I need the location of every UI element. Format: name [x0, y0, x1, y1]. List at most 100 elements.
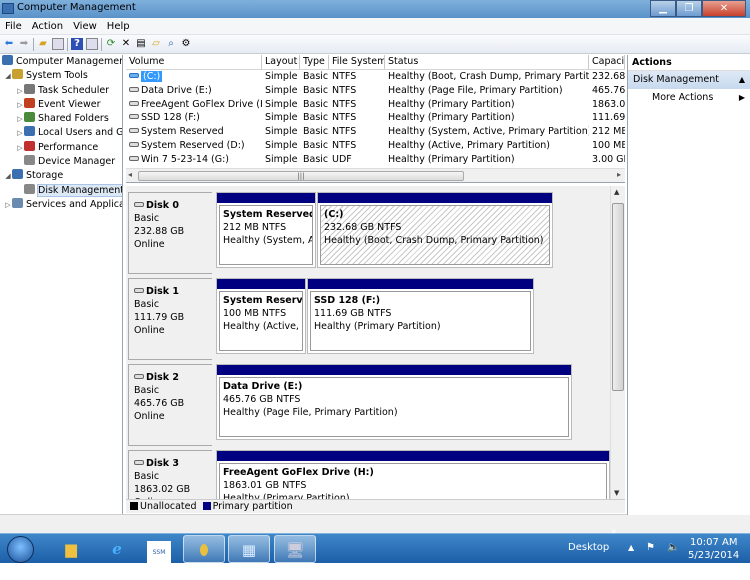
- column-header-volume[interactable]: Volume: [126, 55, 262, 69]
- tree-item-label: Task Scheduler: [38, 84, 110, 96]
- menu-action[interactable]: Action: [27, 18, 68, 35]
- cell-volume: System Reserved: [126, 125, 262, 139]
- taskbar-windows-explorer-icon[interactable]: ▆: [50, 535, 92, 563]
- column-header-capacity[interactable]: Capacity: [589, 55, 625, 69]
- cell-fs: NTFS: [332, 71, 357, 82]
- show-hide-tree-icon[interactable]: [52, 38, 64, 50]
- tree-item-local-users-and-groups[interactable]: ▷ Local Users and Groups: [0, 126, 122, 140]
- tree-item-task-scheduler[interactable]: ▷ Task Scheduler: [0, 83, 122, 98]
- action-more-actions[interactable]: More Actions ▶: [628, 89, 750, 107]
- scroll-up-icon[interactable]: ▲: [614, 188, 619, 196]
- cell-capacity: 1863.01 GB: [592, 98, 625, 110]
- partition-size: 212 MB NTFS: [223, 222, 287, 233]
- expander-icon[interactable]: ◢: [4, 169, 12, 183]
- expander-icon[interactable]: ▷: [16, 126, 24, 140]
- taskbar-control-panel-icon[interactable]: ▦: [228, 535, 270, 563]
- show-hide-action-pane-icon[interactable]: [86, 38, 98, 50]
- taskbar-drive-app-icon[interactable]: ⬮: [183, 535, 225, 563]
- clock-date[interactable]: 5/23/2014: [688, 550, 739, 580]
- maximize-button[interactable]: ❐: [676, 0, 702, 17]
- volume-icon[interactable]: 🔈: [667, 534, 679, 564]
- partition[interactable]: System Reserved 212 MB NTFS Healthy (Syste…: [216, 192, 316, 268]
- collapse-up-icon[interactable]: ▲: [739, 71, 745, 89]
- minimize-button[interactable]: ▁: [650, 0, 676, 17]
- menu-file[interactable]: File: [0, 18, 27, 35]
- expander-icon[interactable]: ◢: [4, 69, 12, 83]
- expander-icon[interactable]: ▷: [16, 112, 24, 126]
- search-icon[interactable]: ⌕: [165, 38, 177, 50]
- partition[interactable]: FreeAgent GoFlex Drive (H:) 1863.01 GB NT…: [216, 450, 610, 499]
- volume-row[interactable]: Data Drive (E:) Simple Basic NTFS Healthy (P…: [126, 84, 625, 98]
- volume-row[interactable]: (C:) Simple Basic NTFS Healthy (Boot, Crash …: [126, 70, 625, 84]
- actions-section-label: Disk Management: [633, 74, 720, 85]
- show-hidden-icons-icon[interactable]: ▲: [628, 534, 634, 564]
- volume-row[interactable]: Win 7 5-23-14 (G:) Simple Basic UDF Healthy …: [126, 153, 625, 167]
- cell-layout: Simple: [265, 139, 298, 151]
- settings-icon[interactable]: ⚙: [180, 38, 192, 50]
- menu-view[interactable]: View: [68, 18, 102, 35]
- open-icon[interactable]: ▱: [150, 38, 162, 50]
- volume-row[interactable]: System Reserved (D:) Simple Basic NTFS Healt…: [126, 139, 625, 153]
- expander-icon[interactable]: ▷: [16, 98, 24, 112]
- volume-row[interactable]: System Reserved Simple Basic NTFS Healthy (S…: [126, 125, 625, 139]
- expander-icon[interactable]: ▷: [16, 84, 24, 98]
- refresh-icon[interactable]: ⟳: [105, 38, 117, 50]
- tree-item-computer-management[interactable]: Computer Management: [0, 55, 122, 69]
- disk-info[interactable]: Disk 0 Basic 232.88 GB Online: [128, 192, 212, 274]
- help-icon[interactable]: ?: [71, 38, 83, 50]
- volume-row[interactable]: FreeAgent GoFlex Drive (H:) Simple Basic NT…: [126, 98, 625, 112]
- volume-name: Win 7 5-23-14 (G:): [141, 153, 230, 165]
- taskbar-ssm-app-icon[interactable]: SSM: [138, 535, 180, 565]
- vertical-scrollbar[interactable]: ▲ ▼: [610, 186, 625, 499]
- volume-row[interactable]: SSD 128 (F:) Simple Basic NTFS Healthy (Prim…: [126, 111, 625, 125]
- toolbar-overflow-icon[interactable]: »: [611, 527, 617, 557]
- disk-info[interactable]: Disk 3Basic1863.02 GBOnline: [128, 450, 212, 499]
- tree-item-event-viewer[interactable]: ▷ Event Viewer: [0, 97, 122, 112]
- scroll-right-icon[interactable]: ▸: [617, 170, 621, 179]
- partition[interactable]: SSD 128 (F:) 111.69 GB NTFS Healthy (Prima…: [307, 278, 534, 354]
- tree-item-services-and-applications[interactable]: ▷ Services and Applications: [0, 197, 122, 212]
- expander-icon[interactable]: ▷: [4, 198, 12, 212]
- disk-state: Online: [134, 411, 165, 422]
- up-folder-icon[interactable]: ▰: [37, 38, 49, 50]
- cell-type: Basic: [303, 153, 329, 165]
- column-header-status[interactable]: Status: [385, 55, 589, 69]
- services-icon: [12, 197, 23, 208]
- disk-info[interactable]: Disk 1 Basic 111.79 GB Online: [128, 278, 212, 360]
- partition[interactable]: System Reserved 100 MB NTFS Healthy (Activ…: [216, 278, 306, 354]
- taskbar-internet-explorer-icon[interactable]: e: [96, 535, 138, 563]
- column-header-type[interactable]: Type: [300, 55, 329, 69]
- tree-item-performance[interactable]: ▷ Performance: [0, 140, 122, 155]
- scroll-left-icon[interactable]: ◂: [128, 170, 132, 179]
- legend-label-unallocated: Unallocated: [140, 501, 197, 512]
- partition[interactable]: (C:) 232.68 GB NTFS Healthy (Boot, Crash D…: [317, 192, 553, 268]
- forward-icon[interactable]: ➡: [18, 38, 30, 50]
- tree-item-disk-management[interactable]: Disk Management: [0, 183, 122, 198]
- properties-icon[interactable]: ▤: [135, 38, 147, 50]
- scrollbar-thumb[interactable]: |||: [138, 171, 464, 181]
- action-center-flag-icon[interactable]: ⚑: [646, 534, 655, 564]
- menu-help[interactable]: Help: [102, 18, 135, 35]
- column-header-file-system[interactable]: File System: [329, 55, 385, 69]
- cell-status: Healthy (Primary Partition): [388, 98, 515, 110]
- expander-icon[interactable]: ▷: [16, 141, 24, 155]
- column-header-layout[interactable]: Layout: [262, 55, 300, 69]
- disk-info[interactable]: Disk 2 Basic 465.76 GB Online: [128, 364, 212, 446]
- tree-item-shared-folders[interactable]: ▷ Shared Folders: [0, 112, 122, 126]
- taskbar-computer-management-icon[interactable]: 🖥: [274, 535, 316, 563]
- scrollbar-thumb[interactable]: [612, 203, 624, 391]
- scroll-down-icon[interactable]: ▼: [614, 489, 619, 497]
- partition[interactable]: Data Drive (E:) 465.76 GB NTFS Healthy (Pa…: [216, 364, 572, 440]
- tree-item-label: Shared Folders: [38, 113, 109, 125]
- close-button[interactable]: ✕: [702, 0, 746, 17]
- delete-icon[interactable]: ✕: [120, 38, 132, 50]
- tree-item-system-tools[interactable]: ◢ System Tools: [0, 69, 122, 83]
- partition-status: Healthy (Boot, Crash Dump, Primary Parti…: [324, 235, 544, 246]
- tree-item-storage[interactable]: ◢ Storage: [0, 169, 122, 183]
- actions-section-disk-management[interactable]: Disk Management ▲: [628, 71, 750, 89]
- desktop-toolbar-label[interactable]: Desktop: [568, 534, 609, 564]
- tree-item-device-manager[interactable]: Device Manager: [0, 155, 122, 169]
- start-button[interactable]: [7, 536, 34, 563]
- back-icon[interactable]: ⬅: [3, 38, 15, 50]
- horizontal-scrollbar[interactable]: ◂ ||| ▸: [126, 168, 625, 182]
